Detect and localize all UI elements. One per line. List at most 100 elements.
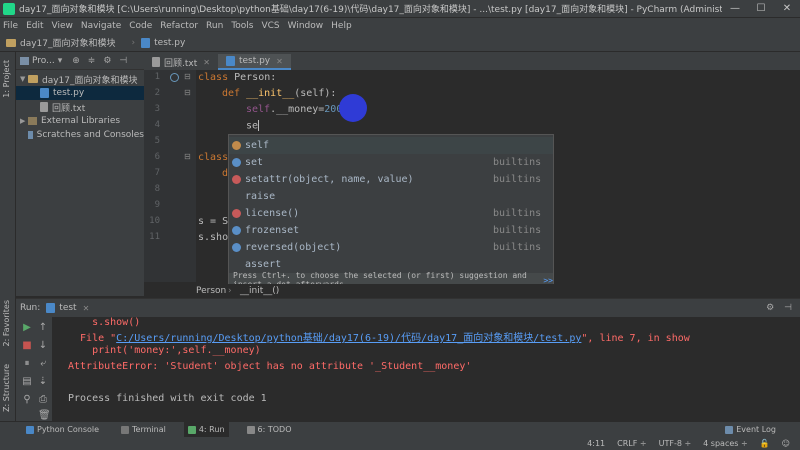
project-panel: Pro... ▾ ⊕ ≑ ⚙ ⊣ ▼ day17_面向对象和模块 test.py… [16, 52, 144, 296]
suggestion-item[interactable]: setattr(object, name, value) builtins [229, 171, 553, 188]
run-gutter-icon[interactable] [170, 73, 179, 82]
menu-vcs[interactable]: VCS [261, 21, 279, 31]
line-number: 2 [154, 88, 160, 98]
menu-run[interactable]: Run [206, 21, 223, 31]
line-number: 11 [149, 232, 160, 242]
nav-crumb-file[interactable]: test.py [141, 37, 185, 48]
inspector-icon[interactable]: ☺ [782, 439, 790, 448]
gear-icon[interactable]: ⚙ [103, 56, 111, 66]
console-text: File " [68, 333, 117, 344]
tree-item-scratches[interactable]: Scratches and Consoles [16, 128, 144, 142]
suggestion-item[interactable]: set builtins [229, 154, 553, 171]
fold-icon[interactable]: ⊟ [184, 152, 191, 161]
tab-python-console-label: Python Console [37, 425, 100, 434]
maximize-button[interactable]: ☐ [748, 3, 774, 14]
function-icon [232, 175, 241, 184]
menu-file[interactable]: File [3, 21, 18, 31]
status-bar: 4:11 CRLF ÷ UTF-8 ÷ 4 spaces ÷ 🔓 ☺ [0, 437, 800, 450]
tool-tab-structure[interactable]: Z: Structure [2, 364, 11, 412]
close-icon[interactable]: ✕ [83, 304, 90, 313]
tree-item-review-txt[interactable]: 回顾.txt [16, 100, 144, 114]
crosshair-icon[interactable]: ⊕ [72, 56, 80, 66]
tab-test-py[interactable]: test.py ✕ [217, 54, 291, 70]
up-arrow-icon[interactable]: ↑ [38, 323, 48, 333]
fold-icon[interactable]: ⊟ [184, 88, 191, 97]
close-icon[interactable]: ✕ [203, 58, 210, 67]
status-encoding[interactable]: UTF-8 ÷ [659, 439, 692, 448]
suggestion-item[interactable]: frozenset builtins [229, 222, 553, 239]
variable-icon [232, 141, 241, 150]
tree-item-external-libraries[interactable]: ▶ External Libraries [16, 114, 144, 128]
tab-run[interactable]: 4: Run [183, 421, 229, 438]
status-line-separator[interactable]: CRLF ÷ [617, 439, 646, 448]
close-icon[interactable]: ✕ [276, 57, 283, 66]
fold-icon[interactable]: ⊟ [184, 72, 191, 81]
scroll-to-end-icon[interactable]: ⇣ [38, 377, 48, 387]
text-file-icon [40, 102, 48, 112]
menu-help[interactable]: Help [331, 21, 352, 31]
file-path-link[interactable]: C:/Users/running/Desktop/python基础/day17(… [116, 333, 581, 344]
bottom-tool-tabs: Python Console Terminal 4: Run 6: TODO E… [0, 421, 800, 438]
autocomplete-popup: self set builtins setattr(object, name, … [228, 134, 554, 289]
code-text: Person: [234, 72, 277, 83]
pause-icon[interactable]: ⏸ [22, 359, 32, 369]
nav-crumb-folder[interactable]: day17_面向对象和模块 [6, 36, 116, 49]
print-icon[interactable]: ⎙ [38, 395, 48, 405]
code-line-6: class [198, 152, 228, 163]
menu-view[interactable]: View [52, 21, 73, 31]
tree-item-root[interactable]: ▼ day17_面向对象和模块 [16, 72, 144, 86]
tab-run-label: 4: Run [198, 425, 225, 434]
project-view-selector[interactable]: Pro... [32, 56, 55, 66]
menu-tools[interactable]: Tools [231, 21, 253, 31]
soft-wrap-icon[interactable]: ⤶ [38, 359, 48, 369]
tab-terminal[interactable]: Terminal [117, 422, 170, 438]
class-icon [232, 226, 241, 235]
tree-item-test-py[interactable]: test.py [16, 86, 144, 100]
hide-icon[interactable]: ⊣ [119, 56, 127, 66]
pin-icon[interactable]: ⚲ [22, 395, 32, 405]
tab-python-console[interactable]: Python Console [22, 422, 103, 438]
function-name: __init__ [246, 88, 295, 99]
down-arrow-icon[interactable]: ↓ [38, 341, 48, 351]
minimize-button[interactable]: — [722, 3, 748, 14]
suggestion-item[interactable]: license() builtins [229, 205, 553, 222]
layout-icon[interactable]: ▤ [22, 377, 32, 387]
line-number-gutter: 1 2 3 4 5 6 7 8 9 10 11 ⊟ ⊟ ⊟ [144, 70, 196, 282]
line-number: 8 [154, 184, 160, 194]
lock-icon[interactable]: 🔓 [760, 439, 770, 448]
collapsed-arrow-icon: ▶ [20, 117, 26, 125]
chevron-down-icon[interactable]: ▾ [58, 56, 63, 66]
suggestion-name: reversed(object) [245, 242, 342, 253]
suggestion-name: set [245, 157, 264, 168]
menu-refactor[interactable]: Refactor [160, 21, 198, 31]
trash-icon[interactable]: 🗑 [38, 411, 51, 421]
suggestion-item[interactable]: self [229, 137, 553, 154]
hide-icon[interactable]: ⊣ [784, 303, 792, 313]
menu-code[interactable]: Code [129, 21, 152, 31]
event-log-icon [725, 425, 734, 434]
code-text: se [246, 120, 259, 132]
tab-review-txt[interactable]: 回顾.txt ✕ [144, 54, 218, 70]
menu-navigate[interactable]: Navigate [81, 21, 121, 31]
breadcrumb-class[interactable]: Person [196, 286, 226, 296]
breadcrumb-method[interactable]: __init__() [240, 286, 279, 296]
tab-todo[interactable]: 6: TODO [243, 422, 296, 438]
status-indent[interactable]: 4 spaces ÷ [703, 439, 748, 448]
collapse-icon[interactable]: ≑ [88, 56, 96, 66]
run-config-tab[interactable]: test [59, 303, 76, 313]
class-icon [232, 158, 241, 167]
console-output[interactable]: s.show() File "C:/Users/running/Desktop/… [54, 317, 798, 422]
event-log-button[interactable]: Event Log [721, 422, 780, 438]
menu-edit[interactable]: Edit [26, 21, 43, 31]
gear-icon[interactable]: ⚙ [766, 303, 774, 313]
tool-tab-project[interactable]: 1: Project [2, 60, 11, 98]
menu-window[interactable]: Window [288, 21, 324, 31]
close-button[interactable]: ✕ [774, 3, 800, 14]
rerun-icon[interactable]: ▶ [22, 323, 32, 333]
run-panel: Run: test ✕ ⚙ ⊣ ▶ ↑ ■ ↓ ⏸ ⤶ ▤ ⇣ ⚲ ⎙ 🗑 s.… [16, 298, 800, 422]
stop-icon[interactable]: ■ [22, 341, 32, 351]
suggestion-item[interactable]: raise [229, 188, 553, 205]
status-caret-position[interactable]: 4:11 [587, 439, 605, 448]
suggestion-item[interactable]: reversed(object) builtins [229, 239, 553, 256]
tool-tab-favorites[interactable]: 2: Favorites [2, 300, 11, 346]
